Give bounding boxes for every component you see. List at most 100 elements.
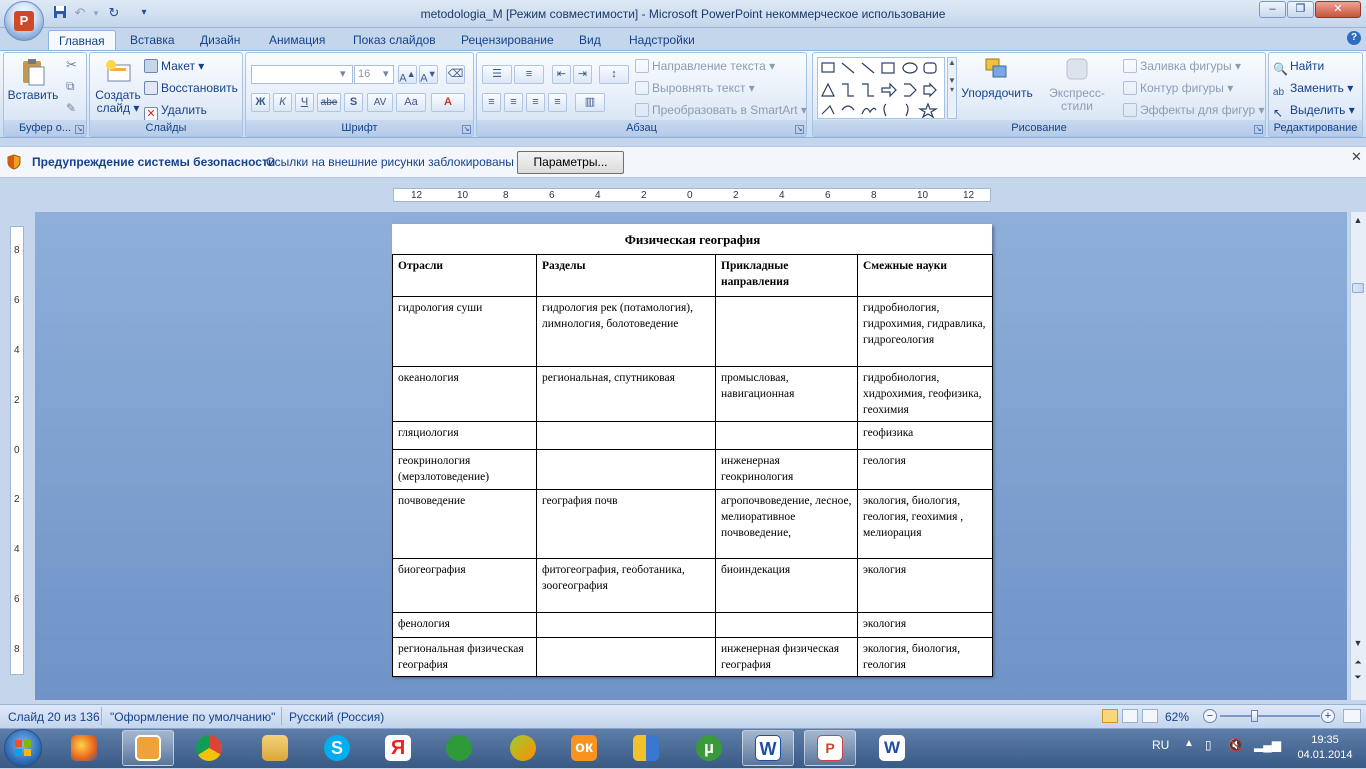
shape-effects-button[interactable]: Эффекты для фигур ▾ — [1123, 100, 1265, 120]
tab-insert[interactable]: Вставка — [126, 30, 179, 50]
find-button[interactable]: 🔍 Найти — [1273, 56, 1324, 76]
decrease-indent-icon[interactable]: ⇤ — [552, 65, 571, 84]
columns-icon[interactable]: ▥ — [575, 93, 605, 112]
taskbar-yandex[interactable]: Я — [372, 730, 424, 766]
font-launcher-icon[interactable]: ↘ — [462, 125, 471, 134]
next-slide-icon[interactable]: ⏷ — [1351, 670, 1365, 684]
minimize-button[interactable]: – — [1259, 1, 1286, 18]
taskbar-odnoklassniki[interactable]: ок — [558, 730, 610, 766]
tab-view[interactable]: Вид — [575, 30, 605, 50]
taskbar-word-doc[interactable]: W — [742, 730, 794, 766]
new-slide-button[interactable]: Создать слайд ▾ — [94, 57, 142, 115]
font-color-button[interactable]: A — [431, 93, 465, 112]
scroll-up-icon[interactable]: ▲ — [1351, 213, 1365, 227]
normal-view-icon[interactable] — [1102, 709, 1118, 723]
taskbar-security[interactable] — [620, 730, 672, 766]
font-size-combo[interactable]: 16 ▾ — [354, 65, 394, 84]
increase-indent-icon[interactable]: ⇥ — [573, 65, 592, 84]
smartart-button[interactable]: Преобразовать в SmartArt ▾ — [635, 100, 807, 120]
start-button[interactable] — [4, 729, 42, 767]
slide-sorter-view-icon[interactable] — [1122, 709, 1138, 723]
tab-design[interactable]: Дизайн — [196, 30, 244, 50]
taskbar-firefox[interactable] — [58, 730, 110, 766]
paragraph-launcher-icon[interactable]: ↘ — [795, 125, 804, 134]
copy-icon[interactable]: ⧉ — [66, 79, 75, 94]
strikethrough-button[interactable]: abe — [317, 93, 341, 112]
zoom-level[interactable]: 62% — [1165, 710, 1189, 724]
slideshow-view-icon[interactable] — [1142, 709, 1158, 723]
scroll-down-icon[interactable]: ▼ — [1351, 636, 1365, 650]
taskbar-powerpoint[interactable]: P — [804, 730, 856, 766]
help-icon[interactable]: ? — [1347, 31, 1361, 45]
clipboard-launcher-icon[interactable]: ↘ — [75, 125, 84, 134]
align-center-icon[interactable]: ≡ — [504, 93, 523, 112]
zoom-out-icon[interactable]: − — [1203, 709, 1217, 723]
maximize-button[interactable]: ❐ — [1287, 1, 1314, 18]
zoom-slider-thumb[interactable] — [1251, 710, 1258, 722]
horizontal-ruler[interactable]: 12 10 8 6 4 2 0 2 4 6 8 10 12 — [393, 188, 991, 202]
slide[interactable]: Физическая география Отрасли Разделы При… — [392, 224, 994, 677]
fit-to-window-icon[interactable] — [1343, 709, 1361, 723]
arrange-button[interactable]: Упорядочить — [959, 55, 1035, 100]
reset-button[interactable]: Восстановить — [144, 78, 238, 98]
taskbar-file-explorer[interactable] — [249, 730, 301, 766]
clock[interactable]: 19:35 04.01.2014 — [1290, 733, 1360, 763]
shrink-font-icon[interactable]: A▼ — [419, 65, 438, 85]
align-right-icon[interactable]: ≡ — [526, 93, 545, 112]
bold-button[interactable]: Ж — [251, 93, 270, 112]
quick-styles-button[interactable]: Экспресс-стили — [1035, 55, 1119, 113]
cut-icon[interactable]: ✂ — [66, 57, 77, 73]
language-tray[interactable]: RU — [1152, 738, 1169, 752]
tab-slideshow[interactable]: Показ слайдов — [349, 30, 440, 50]
shape-outline-button[interactable]: Контур фигуры ▾ — [1123, 78, 1233, 98]
shadow-button[interactable]: S — [344, 93, 363, 112]
align-left-icon[interactable]: ≡ — [482, 93, 501, 112]
delete-slide-button[interactable]: ✕ Удалить — [144, 100, 207, 121]
tab-home[interactable]: Главная — [48, 30, 116, 50]
language-indicator[interactable]: Русский (Россия) — [289, 710, 384, 724]
font-name-combo[interactable]: ▾ — [251, 65, 353, 84]
office-button[interactable]: P — [4, 1, 44, 41]
replace-button[interactable]: ab Заменить ▾ — [1273, 78, 1353, 98]
paste-button[interactable]: Вставить — [7, 57, 59, 102]
taskbar-network-app[interactable] — [433, 730, 485, 766]
drawing-launcher-icon[interactable]: ↘ — [1254, 125, 1263, 134]
show-hidden-icons-icon[interactable]: ▲ — [1184, 738, 1194, 749]
taskbar-utorrent[interactable]: µ — [683, 730, 735, 766]
security-bar-close-icon[interactable]: ✕ — [1351, 149, 1362, 165]
select-button[interactable]: ↖ Выделить ▾ — [1273, 100, 1355, 120]
italic-button[interactable]: К — [273, 93, 292, 112]
justify-icon[interactable]: ≡ — [548, 93, 567, 112]
format-painter-icon[interactable]: ✎ — [66, 101, 76, 115]
network-signal-icon[interactable]: ▂▄▆ — [1254, 738, 1281, 752]
volume-muted-icon[interactable]: 🔇 — [1228, 738, 1243, 752]
security-options-button[interactable]: Параметры... — [517, 151, 624, 174]
devices-icon[interactable]: ▯ — [1205, 738, 1212, 752]
shape-fill-button[interactable]: Заливка фигуры ▾ — [1123, 56, 1241, 76]
change-case-button[interactable]: Aa — [396, 93, 426, 112]
prev-slide-icon[interactable]: ⏶ — [1351, 655, 1365, 669]
theme-name[interactable]: "Оформление по умолчанию" — [110, 710, 275, 724]
text-direction-button[interactable]: Направление текста ▾ — [635, 56, 775, 76]
tab-addins[interactable]: Надстройки — [625, 30, 699, 50]
zoom-in-icon[interactable]: + — [1321, 709, 1335, 723]
layout-button[interactable]: Макет ▾ — [144, 56, 204, 76]
shapes-scroll-icon[interactable]: ▲ ▼ ▾ — [947, 57, 957, 119]
line-spacing-icon[interactable]: ↕ — [599, 65, 629, 84]
char-spacing-button[interactable]: AV — [367, 93, 393, 112]
tab-review[interactable]: Рецензирование — [457, 30, 558, 50]
vertical-ruler[interactable]: 8 6 4 2 0 2 4 6 8 — [10, 226, 24, 675]
grow-font-icon[interactable]: A▲ — [398, 65, 417, 85]
taskbar-skype[interactable]: S — [311, 730, 363, 766]
clear-format-icon[interactable]: ⌫ — [446, 65, 465, 84]
taskbar-toolbox[interactable] — [497, 730, 549, 766]
geography-table[interactable]: Физическая география Отрасли Разделы При… — [392, 224, 994, 677]
shapes-gallery[interactable] — [817, 57, 945, 119]
close-button[interactable]: ✕ — [1315, 1, 1361, 18]
tab-animation[interactable]: Анимация — [265, 30, 329, 50]
taskbar-chrome[interactable] — [183, 730, 235, 766]
underline-button[interactable]: Ч — [295, 93, 314, 112]
zoom-slider[interactable] — [1220, 715, 1320, 717]
scrollbar-thumb[interactable] — [1352, 283, 1364, 293]
align-text-button[interactable]: Выровнять текст ▾ — [635, 78, 755, 98]
